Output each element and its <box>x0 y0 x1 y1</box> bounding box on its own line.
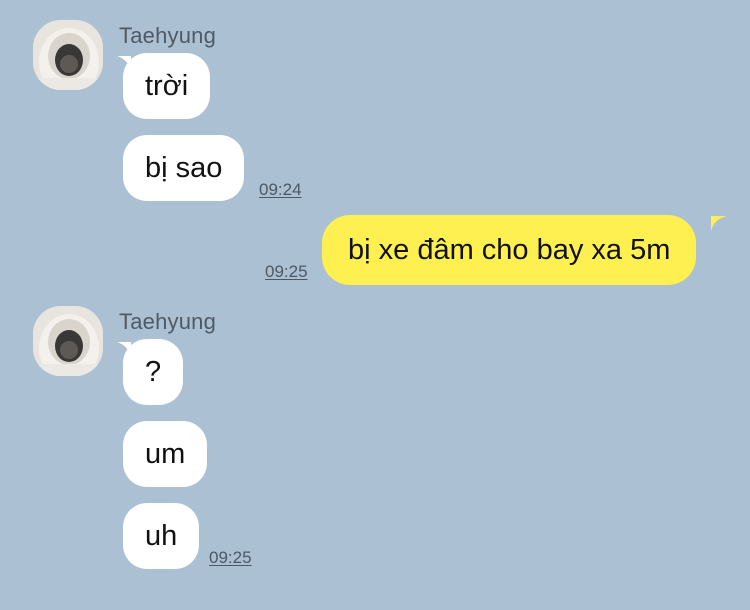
message-timestamp: 09:25 <box>209 548 252 567</box>
sender-name: Taehyung <box>119 309 217 334</box>
message-bubble[interactable]: bị sao <box>123 135 245 201</box>
message-bubble[interactable]: um <box>123 421 208 487</box>
sender-avatar[interactable] <box>33 306 103 376</box>
bubble-tail <box>711 216 727 232</box>
outgoing-message-bubble[interactable]: bị xe đâm cho bay xa 5m <box>322 215 697 285</box>
sender-name: Taehyung <box>119 23 217 48</box>
sender-avatar[interactable] <box>33 20 103 90</box>
chat-thread[interactable]: Taehyung trời bị sao 09:24 09:25 bị xe đ… <box>0 0 750 610</box>
message-timestamp: 09:24 <box>259 180 302 199</box>
message-bubble[interactable]: uh <box>123 503 200 569</box>
message-timestamp: 09:25 <box>265 262 308 281</box>
avatar-photo <box>33 20 103 90</box>
message-bubble[interactable]: ? <box>123 339 184 405</box>
message-bubble[interactable]: trời <box>123 53 211 119</box>
avatar-photo <box>33 306 103 376</box>
